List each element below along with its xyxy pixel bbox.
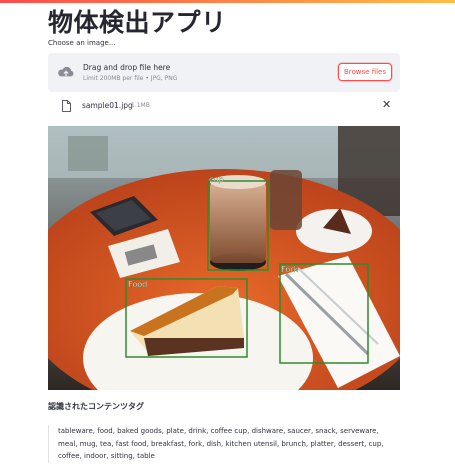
file-dropzone[interactable]: Drag and drop file here Limit 200MB per … (48, 53, 400, 92)
browse-files-button[interactable]: Browse files (338, 63, 392, 81)
detection-label-cup: cup (209, 175, 224, 184)
file-name: sample01.jpg (82, 101, 133, 110)
page-title: 物体検出アプリ (48, 8, 227, 37)
detection-label-food: Food (128, 280, 147, 289)
detection-result-image: cup Food Fork (48, 126, 400, 390)
file-icon (62, 100, 71, 112)
tags-list: tableware, food, baked goods, plate, dri… (48, 425, 400, 463)
tags-heading: 認識されたコンテンツタグ (48, 402, 144, 411)
detection-photo: cup Food Fork (48, 126, 400, 390)
cloud-upload-icon (58, 66, 74, 77)
uploaded-file-row: sample01.jpg 1.1MB ✕ (48, 97, 400, 115)
uploader-label: Choose an image... (48, 39, 116, 47)
file-size: 1.1MB (131, 102, 150, 109)
dropzone-limit: Limit 200MB per file • JPG, PNG (83, 75, 178, 82)
close-icon[interactable]: ✕ (382, 98, 391, 111)
dropzone-instructions: Drag and drop file here (83, 63, 171, 72)
detection-label-fork: Fork (281, 265, 299, 274)
